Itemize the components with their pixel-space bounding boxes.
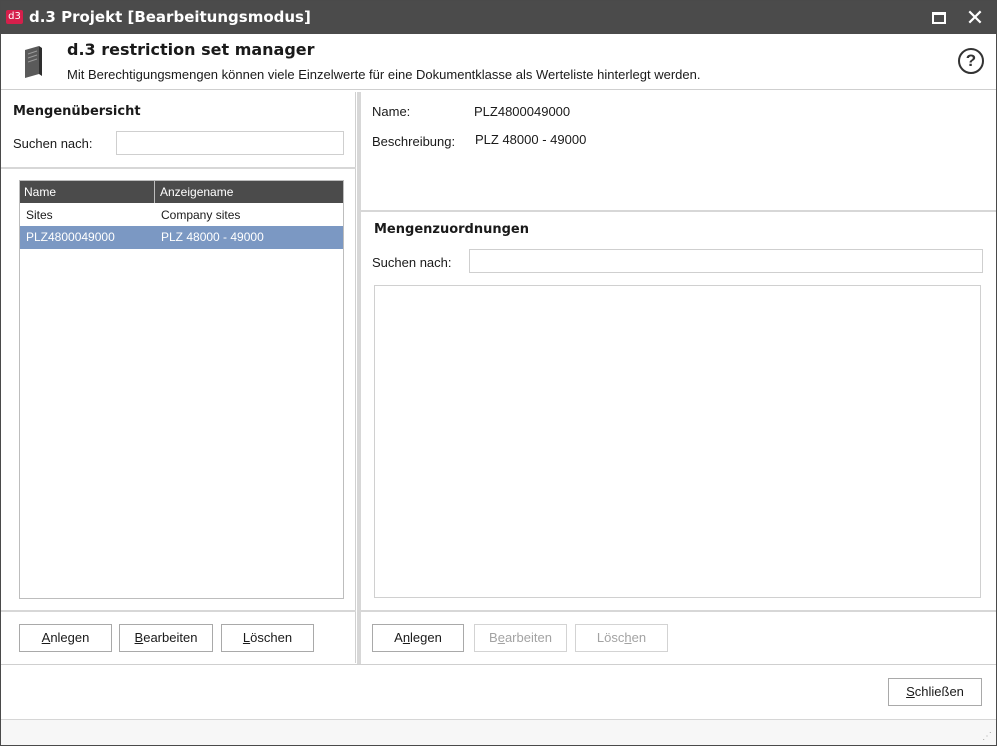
set-details-panel: Name: PLZ4800049000 Beschreibung: PLZ 48… [358,92,996,663]
book-icon [25,46,42,78]
cell-name: Sites [26,208,53,222]
name-value: PLZ4800049000 [474,104,571,119]
set-assignments-heading: Mengenzuordnungen [374,222,529,237]
right-separator [358,210,996,212]
right-delete-button[interactable]: Löschen [575,624,668,652]
right-search-label: Suchen nach: [372,255,452,270]
dialog-header: d.3 restriction set manager Mit Berechti… [1,34,996,90]
left-delete-button[interactable]: Löschen [221,624,314,652]
restriction-set-list[interactable]: Name Anzeigename Sites Company sites PLZ… [19,180,344,599]
set-overview-panel: Mengenübersicht Suchen nach: Name Anzeig… [1,92,356,663]
app-window: d3 d.3 Projekt [Bearbeitungsmodus] ✕ d.3… [0,0,997,746]
title-bar[interactable]: d3 d.3 Projekt [Bearbeitungsmodus] ✕ [1,1,996,34]
close-window-button[interactable]: ✕ [957,1,993,34]
window-title: d.3 Projekt [Bearbeitungsmodus] [29,8,311,26]
name-label: Name: [372,104,411,119]
close-icon: ✕ [965,5,985,30]
cell-display-name: Company sites [161,208,241,222]
right-edit-button[interactable]: Bearbeiten [474,624,567,652]
pane-splitter[interactable] [357,92,361,664]
left-search-input[interactable] [116,131,344,155]
set-overview-heading: Mengenübersicht [13,104,141,119]
help-icon[interactable]: ? [958,48,984,74]
app-logo-icon: d3 [6,10,23,24]
cell-display-name: PLZ 48000 - 49000 [161,230,264,244]
description-label: Beschreibung: [372,134,456,149]
description-value: PLZ 48000 - 49000 [475,132,587,147]
list-row-plz4800049000[interactable]: PLZ4800049000 PLZ 48000 - 49000 [20,226,343,249]
right-search-input[interactable] [469,249,983,273]
set-assignments-list[interactable] [374,285,981,598]
left-create-button[interactable]: Anlegen [19,624,112,652]
right-create-button[interactable]: Anlegen [372,624,464,652]
left-edit-button[interactable]: Bearbeiten [119,624,213,652]
left-search-label: Suchen nach: [13,136,93,151]
list-row-sites[interactable]: Sites Company sites [20,204,343,227]
left-bottom-separator [1,610,356,612]
dialog-footer: Schließen [1,664,996,719]
dialog-description: Mit Berechtigungsmengen können viele Ein… [67,67,701,82]
status-bar: ⋰ [1,719,996,745]
resize-grip-icon[interactable]: ⋰ [982,731,992,742]
list-header: Name Anzeigename [20,181,343,203]
left-separator [1,167,356,169]
right-bottom-separator [358,610,996,612]
cell-name: PLZ4800049000 [26,230,115,244]
close-button[interactable]: Schließen [888,678,982,706]
maximize-button[interactable] [921,1,957,34]
dialog-title: d.3 restriction set manager [67,40,315,59]
column-divider[interactable] [154,181,155,203]
column-header-name[interactable]: Name [24,185,56,199]
maximize-icon [932,11,946,24]
column-header-display-name[interactable]: Anzeigename [160,185,233,199]
